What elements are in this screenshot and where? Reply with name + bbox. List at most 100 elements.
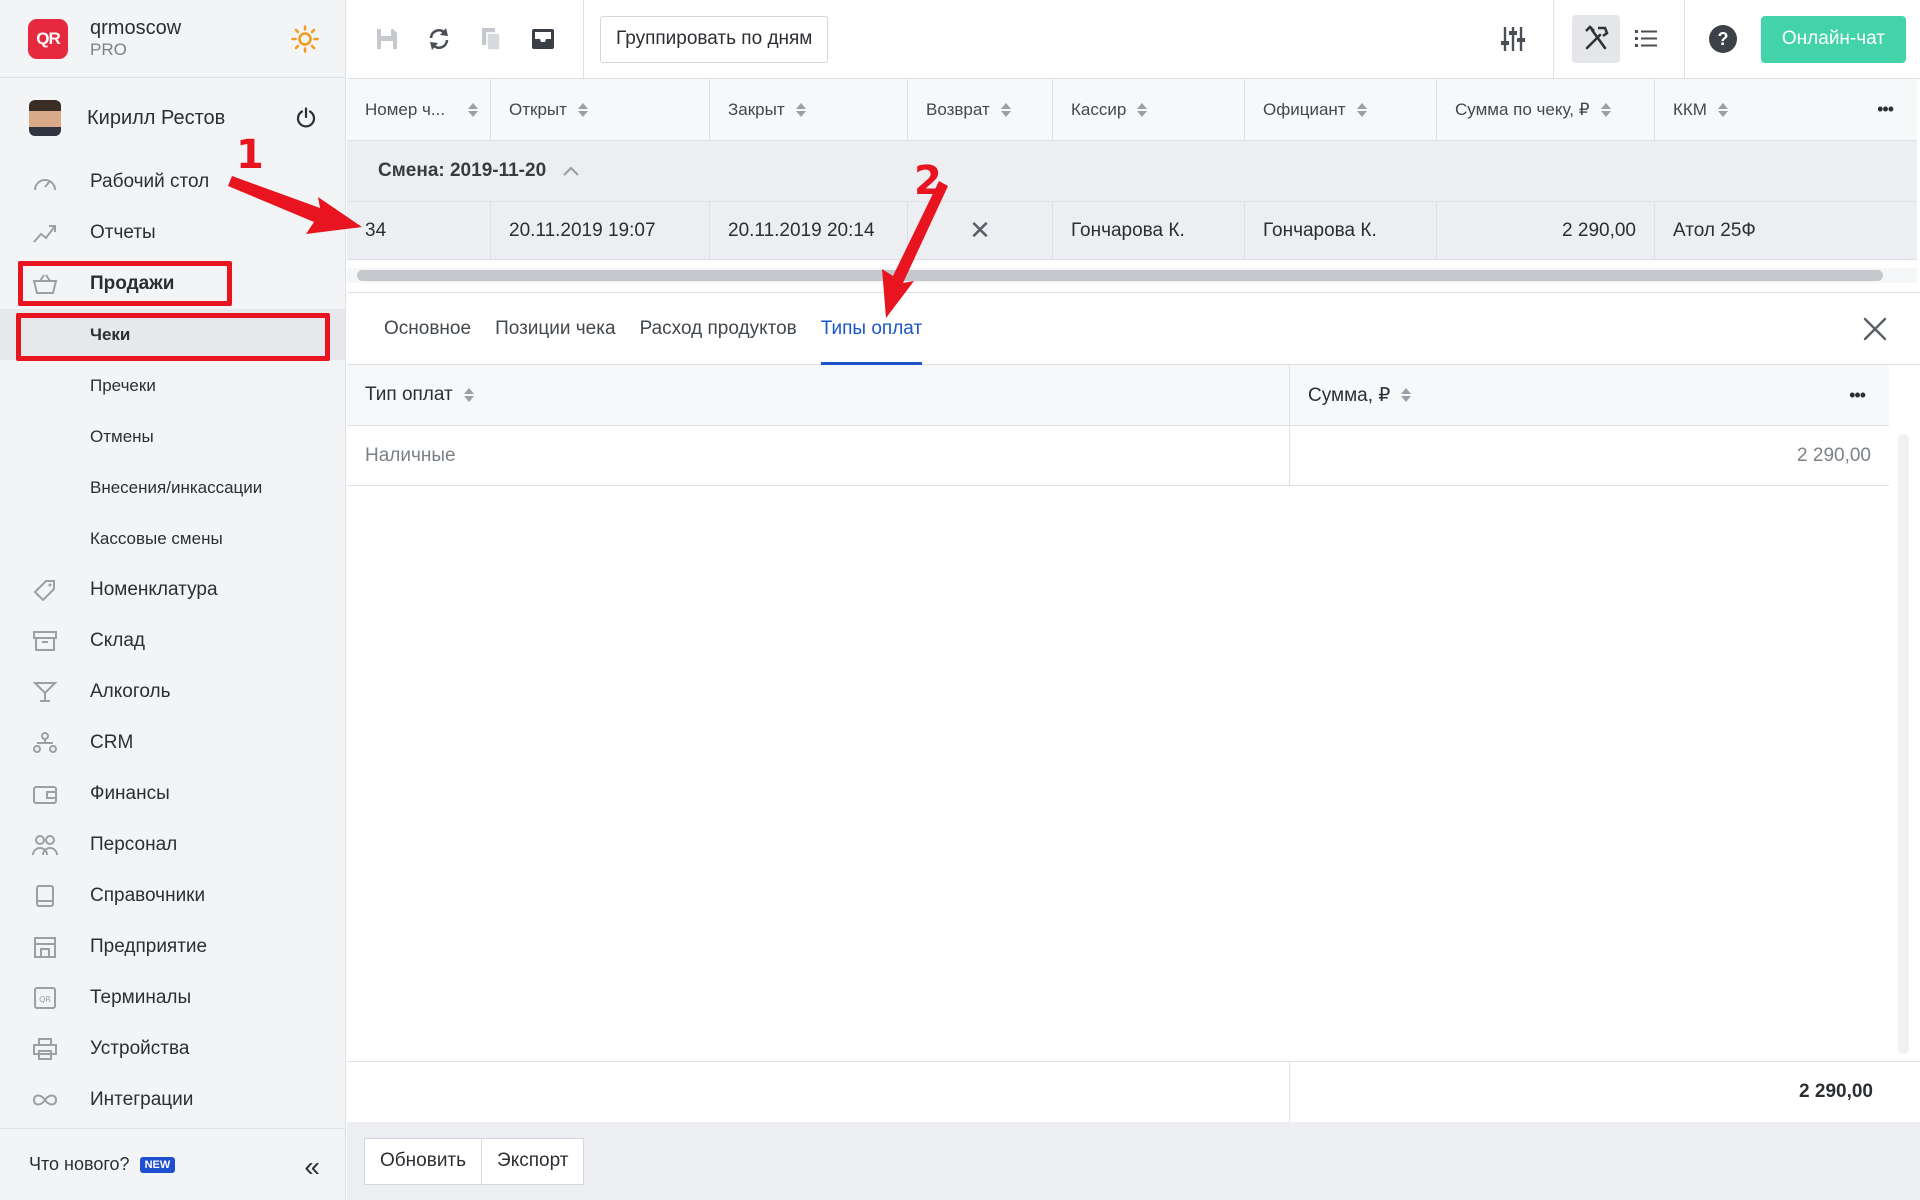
- cell-opened: 20.11.2019 19:07: [491, 202, 710, 259]
- sort-icon[interactable]: [1000, 102, 1011, 118]
- nav-item-crm[interactable]: CRM: [0, 717, 345, 768]
- sort-icon[interactable]: [795, 102, 806, 118]
- sort-icon[interactable]: [1356, 102, 1367, 118]
- column-menu-icon[interactable]: •••: [1849, 385, 1866, 406]
- tab-payment-types[interactable]: Типы оплат: [820, 293, 923, 365]
- col-header-closed[interactable]: Закрыт: [710, 79, 908, 140]
- nav-label: Предприятие: [90, 935, 208, 957]
- horizontal-scrollbar[interactable]: [357, 270, 1883, 281]
- app-logo: QR: [28, 18, 68, 59]
- col-header-sum[interactable]: Сумма по чеку, ₽: [1437, 79, 1655, 140]
- sort-icon[interactable]: [577, 102, 588, 118]
- cell-payment-type: Наличные: [347, 426, 1290, 485]
- group-by-days-button[interactable]: Группировать по дням: [600, 15, 829, 63]
- tools-button[interactable]: [1571, 15, 1620, 63]
- refund-icon: ✕: [908, 202, 1053, 259]
- close-icon[interactable]: [1860, 314, 1890, 344]
- main-nav: Рабочий стол Отчеты Продажи Чеки Пречеки…: [0, 156, 345, 1125]
- nav-sub-receipts[interactable]: Чеки: [0, 309, 345, 360]
- brand-header[interactable]: QR qrmoscow PRO: [0, 0, 345, 78]
- filter-settings-button[interactable]: [1487, 13, 1539, 65]
- col-header-opened[interactable]: Открыт: [491, 79, 710, 140]
- nav-item-nomenclature[interactable]: Номенклатура: [0, 564, 345, 615]
- header-label: Номер ч...: [365, 99, 446, 119]
- infinity-icon: [32, 1088, 58, 1112]
- nav-item-staff[interactable]: Персонал: [0, 819, 345, 870]
- tab-general[interactable]: Основное: [384, 293, 471, 364]
- nav-item-terminals[interactable]: QR Терминалы: [0, 972, 345, 1023]
- sort-icon[interactable]: [1600, 102, 1611, 118]
- nav-label: Персонал: [90, 833, 178, 855]
- vertical-scrollbar[interactable]: [1898, 434, 1909, 1054]
- nav-item-references[interactable]: Справочники: [0, 870, 345, 921]
- nav-item-integrations[interactable]: Интеграции: [0, 1074, 345, 1125]
- header-label: ККМ: [1673, 99, 1707, 119]
- tab-receipt-items[interactable]: Позиции чека: [495, 293, 616, 364]
- nav-item-dashboard[interactable]: Рабочий стол: [0, 156, 345, 207]
- nav-label: Справочники: [90, 884, 206, 906]
- list-view-button[interactable]: [1620, 13, 1672, 65]
- nav-item-finance[interactable]: Финансы: [0, 768, 345, 819]
- cell-payment-sum: 2 290,00: [1797, 444, 1871, 466]
- collapse-sidebar-icon[interactable]: «: [304, 1151, 320, 1183]
- col-header-payment-sum[interactable]: Сумма, ₽ •••: [1290, 365, 1889, 425]
- col-header-payment-type[interactable]: Тип оплат: [347, 365, 1290, 425]
- refresh-button-bottom[interactable]: Обновить: [364, 1137, 483, 1185]
- cell-cashier: Гончарова К.: [1053, 202, 1245, 259]
- toolbar-separator: [583, 0, 584, 79]
- footer-bar: Обновить Экспорт: [347, 1122, 1920, 1200]
- avatar: [29, 100, 61, 136]
- sort-icon[interactable]: [1717, 102, 1728, 118]
- save-button[interactable]: [361, 13, 413, 65]
- sidebar-footer: Что нового? NEW «: [0, 1128, 346, 1200]
- header-label: Закрыт: [728, 99, 785, 119]
- shift-group-label: Смена: 2019-11-20: [378, 160, 547, 181]
- nav-sub-shifts[interactable]: Кассовые смены: [0, 513, 345, 564]
- shift-group-row[interactable]: Смена: 2019-11-20: [347, 141, 1917, 202]
- col-header-kkm[interactable]: ККМ •••: [1655, 79, 1917, 140]
- nav-item-sales[interactable]: Продажи: [0, 258, 345, 309]
- nav-sub-cancellations[interactable]: Отмены: [0, 411, 345, 462]
- header-label: Сумма, ₽: [1308, 384, 1391, 406]
- hierarchy-icon: [32, 731, 58, 755]
- sort-icon[interactable]: [463, 387, 474, 403]
- nav-item-devices[interactable]: Устройства: [0, 1023, 345, 1074]
- store-icon: [32, 935, 58, 959]
- col-header-number[interactable]: Номер ч...: [347, 79, 491, 140]
- col-header-cashier[interactable]: Кассир: [1053, 79, 1245, 140]
- nav-item-alcohol[interactable]: Алкоголь: [0, 666, 345, 717]
- power-icon[interactable]: [295, 107, 317, 129]
- whats-new-link[interactable]: Что нового?: [29, 1154, 130, 1175]
- nav-sub-prechecks[interactable]: Пречеки: [0, 360, 345, 411]
- nav-item-enterprise[interactable]: Предприятие: [0, 921, 345, 972]
- nav-label: Устройства: [90, 1037, 190, 1059]
- export-button[interactable]: Экспорт: [482, 1137, 585, 1185]
- col-header-refund[interactable]: Возврат: [908, 79, 1053, 140]
- sort-icon[interactable]: [468, 102, 478, 118]
- tab-product-usage[interactable]: Расход продуктов: [640, 293, 797, 364]
- copy-button[interactable]: [465, 13, 517, 65]
- refresh-button[interactable]: [413, 13, 465, 65]
- header-label: Официант: [1263, 99, 1346, 119]
- user-profile[interactable]: Кирилл Рестов: [0, 80, 345, 156]
- col-header-waiter[interactable]: Официант: [1245, 79, 1437, 140]
- user-name: Кирилл Рестов: [87, 106, 226, 129]
- help-button[interactable]: ?: [1697, 13, 1749, 65]
- nav-item-reports[interactable]: Отчеты: [0, 207, 345, 258]
- table-row[interactable]: Наличные 2 290,00: [347, 426, 1889, 486]
- inbox-icon: [532, 29, 554, 49]
- column-menu-icon[interactable]: •••: [1877, 99, 1894, 120]
- totals-row: 2 290,00: [347, 1061, 1920, 1122]
- chevron-up-icon[interactable]: [562, 165, 580, 177]
- table-row[interactable]: 34 20.11.2019 19:07 20.11.2019 20:14 ✕ Г…: [347, 202, 1917, 260]
- inbox-button[interactable]: [517, 13, 569, 65]
- sort-icon[interactable]: [1137, 102, 1148, 118]
- header-label: Открыт: [509, 99, 567, 119]
- account-name: qrmoscow: [90, 17, 182, 40]
- sort-icon[interactable]: [1401, 387, 1412, 403]
- header-label: Возврат: [926, 99, 990, 119]
- nav-item-warehouse[interactable]: Склад: [0, 615, 345, 666]
- nav-sub-deposits[interactable]: Внесения/инкассации: [0, 462, 345, 513]
- sun-icon[interactable]: [291, 25, 319, 53]
- online-chat-button[interactable]: Онлайн-чат: [1760, 15, 1906, 63]
